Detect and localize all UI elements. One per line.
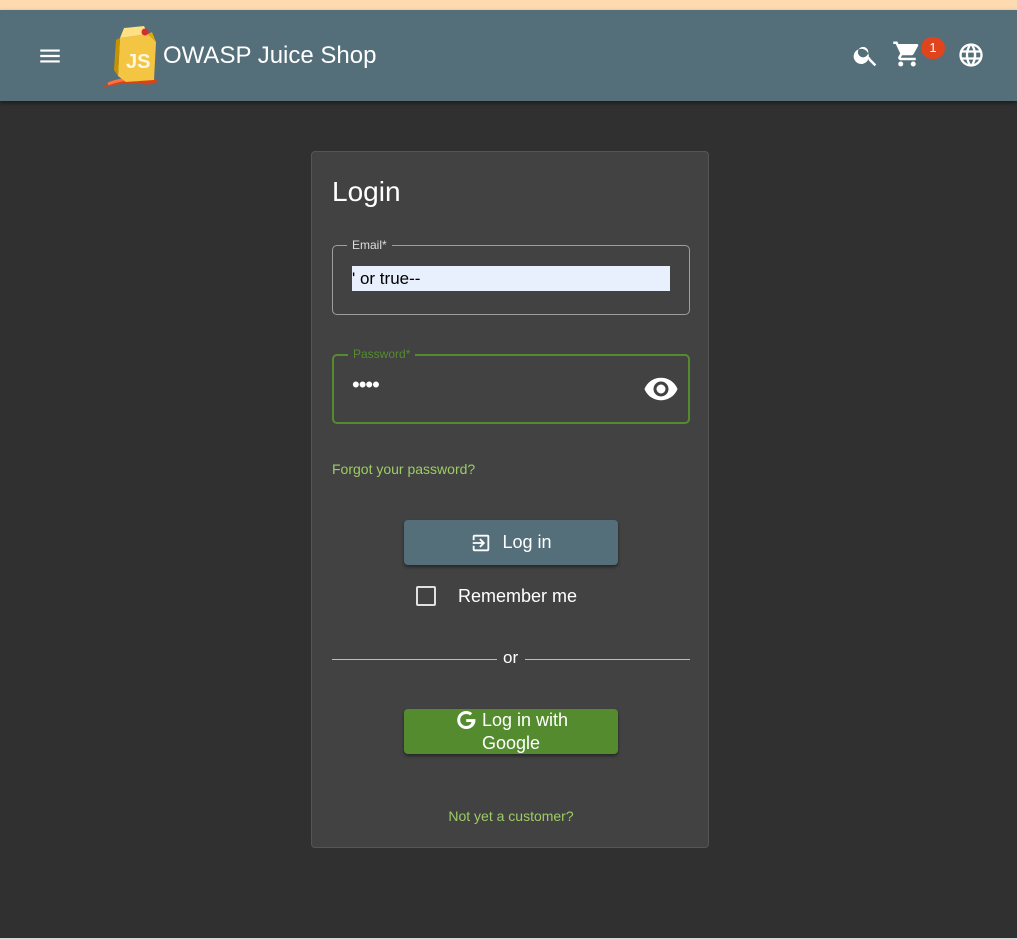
login-button[interactable]: Log in (404, 520, 618, 565)
divider-left (332, 659, 497, 660)
top-stripe (0, 0, 1017, 10)
password-field[interactable]: Password* •••• (332, 346, 690, 424)
email-field[interactable]: Email* ' or true-- (332, 237, 690, 315)
password-label: Password* (348, 346, 416, 362)
email-label: Email* (347, 237, 392, 253)
menu-icon (40, 49, 60, 63)
login-card: Login Email* ' or true-- Password* •••• … (311, 151, 709, 848)
login-button-label: Log in (502, 532, 552, 552)
google-icon (457, 711, 476, 729)
google-login-button[interactable]: Log in with Google (404, 709, 618, 754)
toggle-password-visibility-button[interactable] (643, 371, 679, 407)
login-icon (473, 534, 490, 551)
cart-count-badge: 1 (921, 37, 945, 59)
svg-text:JS: JS (126, 51, 150, 73)
remember-me-label: Remember me (458, 585, 578, 606)
menu-button[interactable] (28, 34, 72, 78)
search-button[interactable] (846, 35, 886, 75)
google-button-label-line2: Google (481, 733, 541, 753)
login-title: Login (332, 176, 401, 207)
email-input[interactable]: ' or true-- (352, 266, 670, 291)
divider-right (525, 659, 690, 660)
shopping-cart-icon (893, 41, 919, 67)
google-button-label-line1: Log in with (481, 710, 569, 730)
app-toolbar: JS OWASP Juice Shop 1 (0, 10, 1017, 101)
register-link[interactable]: Not yet a customer? (312, 808, 710, 824)
forgot-password-link[interactable]: Forgot your password? (332, 461, 475, 477)
checkbox-box[interactable] (416, 586, 436, 606)
juice-shop-logo[interactable]: JS (100, 22, 162, 90)
remember-me-checkbox[interactable]: Remember me (416, 583, 577, 609)
globe-icon (959, 43, 983, 67)
language-button[interactable] (951, 35, 991, 75)
or-separator: or (503, 648, 519, 667)
password-input[interactable]: •••• (352, 370, 380, 400)
eye-icon (644, 377, 678, 401)
search-icon (853, 46, 877, 67)
app-title: OWASP Juice Shop (163, 42, 377, 69)
cart-button[interactable] (887, 34, 927, 74)
